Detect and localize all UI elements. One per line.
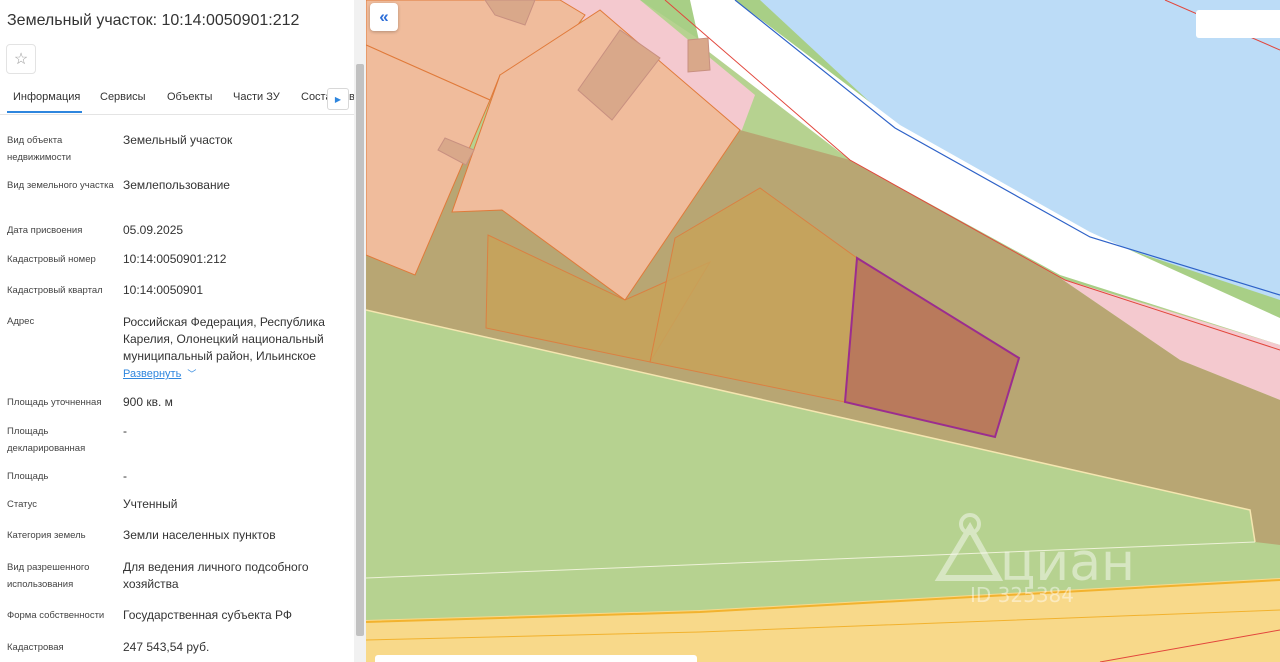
watermark-id: ID 325384 [970,583,1074,607]
tab-information[interactable]: Информация [13,91,80,103]
label-cadastral-number: Кадастровый номер [7,254,96,265]
map-canvas[interactable]: циан ID 325384 [366,0,1280,662]
expand-label: Развернуть [123,368,182,380]
value-permitted-use: Для ведения личного подсобного хозяйства [123,560,309,591]
tab-bar: Информация Сервисы Объекты Части ЗУ Сост… [0,86,354,115]
label-permitted-use: Вид разрешенного использования [7,562,90,590]
tab-parts[interactable]: Части ЗУ [233,91,280,103]
label-area-declared: Площадь декларированная [7,426,86,454]
building-3 [687,37,711,73]
label-address: Адрес [7,316,35,327]
value-cadastral-quarter: 10:14:0050901 [123,283,204,297]
value-area-specified: 900 кв. м [123,395,173,409]
tab-objects[interactable]: Объекты [167,91,212,103]
tab-services[interactable]: Сервисы [100,91,146,103]
label-assigned-date: Дата присвоения [7,225,83,236]
info-panel: Земельный участок: 10:14:0050901:212 ☆ И… [0,0,354,662]
value-area-declared: - [123,424,127,438]
label-area: Площадь [7,471,49,482]
label-cadastral-value: Кадастровая [7,642,64,653]
scrollbar-thumb[interactable] [356,64,364,636]
label-area-specified: Площадь уточненная [7,397,102,408]
map-search-box[interactable] [1196,10,1280,38]
value-assigned-date: 05.09.2025 [123,223,184,237]
label-land-type: Вид земельного участка [7,180,114,191]
expand-address-link[interactable]: Развернуть ﹀ [123,367,196,380]
map-bottom-panel [375,655,697,662]
star-icon: ☆ [13,51,29,68]
value-land-category: Земли населенных пунктов [123,528,276,542]
label-cadastral-quarter: Кадастровый квартал [7,285,103,296]
value-cadastral-number: 10:14:0050901:212 [123,252,227,266]
favorite-button[interactable]: ☆ [6,44,36,74]
active-tab-indicator [7,111,82,113]
value-object-type: Земельный участок [123,133,233,147]
value-cadastral-value: 247 543,54 руб. [123,640,210,654]
panel-scrollbar[interactable] [354,0,366,662]
value-address: Российская Федерация, Республика Карелия… [123,315,325,363]
value-land-type: Землепользование [123,178,230,192]
chevron-down-icon: ﹀ [187,369,197,379]
page-title: Земельный участок: 10:14:0050901:212 [7,12,300,29]
label-object-type: Вид объекта недвижимости [7,135,72,163]
chevron-right-icon: ▶ [334,94,342,104]
label-land-category: Категория земель [7,530,86,541]
label-ownership: Форма собственности [7,610,105,621]
double-chevron-left-icon: « [379,7,389,26]
value-status: Учтенный [123,497,178,511]
label-status: Статус [7,499,38,510]
cadastral-map[interactable]: циан ID 325384 [366,0,1280,662]
collapse-panel-button[interactable]: « [370,3,398,31]
value-area: - [123,469,127,483]
value-ownership: Государственная субъекта РФ [123,608,293,622]
tabs-next-button[interactable]: ▶ [327,88,349,110]
